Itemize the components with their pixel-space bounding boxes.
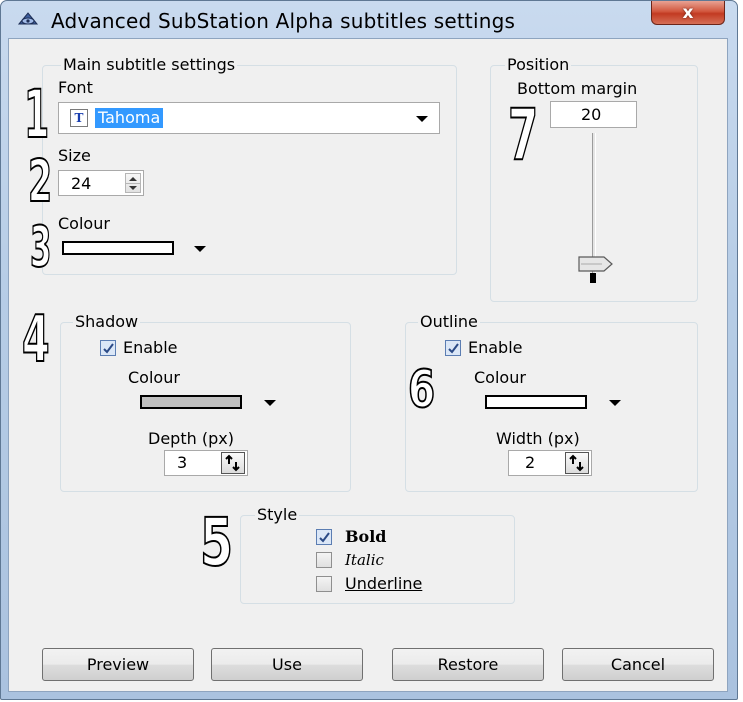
annotation-6: 6 bbox=[407, 360, 436, 420]
annotation-1: 1 bbox=[23, 76, 50, 153]
bottom-margin-value: 20 bbox=[581, 105, 602, 124]
main-settings-legend: Main subtitle settings bbox=[61, 55, 238, 74]
outline-width-spinbox[interactable]: 2 bbox=[508, 450, 592, 476]
close-icon: x bbox=[682, 2, 694, 23]
font-selected-value: Tahoma bbox=[95, 108, 164, 128]
restore-button[interactable]: Restore bbox=[392, 648, 544, 681]
main-colour-swatch bbox=[62, 241, 174, 255]
outline-colour-swatch bbox=[485, 395, 587, 409]
truetype-font-icon: T bbox=[70, 109, 88, 127]
chevron-down-icon bbox=[609, 400, 621, 406]
shadow-depth-spinbox[interactable]: 3 bbox=[164, 450, 248, 476]
spin-arrows-icon[interactable] bbox=[565, 452, 589, 474]
position-legend: Position bbox=[505, 55, 572, 74]
italic-checkbox[interactable] bbox=[316, 552, 332, 568]
font-select[interactable]: T Tahoma bbox=[58, 102, 440, 134]
bottom-margin-input[interactable]: 20 bbox=[550, 101, 637, 128]
checkmark-icon bbox=[319, 532, 330, 543]
annotation-2: 2 bbox=[27, 147, 53, 215]
shadow-colour-picker[interactable] bbox=[132, 388, 284, 418]
size-spinbox[interactable]: 24 bbox=[58, 170, 144, 196]
underline-label: Underline bbox=[345, 574, 423, 593]
chevron-down-icon bbox=[416, 116, 428, 122]
shadow-colour-swatch bbox=[140, 395, 242, 409]
arrow-down-icon bbox=[129, 186, 137, 190]
size-down-button[interactable] bbox=[126, 183, 140, 192]
annotation-4: 4 bbox=[21, 303, 50, 377]
shadow-legend: Shadow bbox=[73, 312, 141, 331]
chevron-down-icon bbox=[194, 246, 206, 252]
shadow-enable-checkbox[interactable] bbox=[100, 340, 116, 356]
outline-enable-label: Enable bbox=[468, 338, 523, 357]
underline-checkbox[interactable] bbox=[316, 576, 332, 592]
arrow-up-icon bbox=[129, 177, 137, 181]
size-up-button[interactable] bbox=[126, 174, 140, 183]
bold-label: Bold bbox=[345, 527, 387, 546]
outline-colour-picker[interactable] bbox=[477, 388, 629, 418]
bottom-margin-slider-thumb[interactable] bbox=[578, 256, 614, 276]
colour-label: Colour bbox=[58, 214, 110, 233]
checkmark-icon bbox=[448, 343, 459, 354]
preview-button[interactable]: Preview bbox=[42, 648, 194, 681]
size-label: Size bbox=[58, 146, 91, 165]
outline-legend: Outline bbox=[418, 312, 480, 331]
style-legend: Style bbox=[255, 505, 300, 524]
size-value: 24 bbox=[71, 174, 92, 193]
window-title: Advanced SubStation Alpha subtitles sett… bbox=[51, 9, 516, 33]
spin-arrows-icon[interactable] bbox=[221, 452, 245, 474]
main-colour-picker[interactable] bbox=[58, 234, 216, 264]
title-bar[interactable]: Advanced SubStation Alpha subtitles sett… bbox=[1, 1, 737, 39]
annotation-5: 5 bbox=[199, 504, 234, 581]
shadow-enable-label: Enable bbox=[123, 338, 178, 357]
italic-label: Italic bbox=[345, 551, 384, 569]
cancel-button[interactable]: Cancel bbox=[562, 648, 714, 681]
bold-checkbox[interactable] bbox=[316, 529, 332, 545]
slider-tick bbox=[590, 273, 596, 283]
annotation-3: 3 bbox=[29, 215, 52, 280]
use-button[interactable]: Use bbox=[211, 648, 363, 681]
shadow-colour-label: Colour bbox=[128, 368, 180, 387]
outline-colour-label: Colour bbox=[474, 368, 526, 387]
checkmark-icon bbox=[103, 343, 114, 354]
shadow-depth-label: Depth (px) bbox=[148, 429, 234, 448]
outline-width-label: Width (px) bbox=[496, 429, 580, 448]
size-spin-buttons[interactable] bbox=[125, 173, 141, 193]
outline-width-value: 2 bbox=[525, 453, 536, 472]
shadow-depth-value: 3 bbox=[177, 453, 188, 472]
close-button[interactable]: x bbox=[651, 1, 725, 25]
outline-enable-checkbox[interactable] bbox=[445, 340, 461, 356]
app-icon bbox=[17, 12, 39, 25]
chevron-down-icon bbox=[264, 400, 276, 406]
annotation-7: 7 bbox=[507, 94, 539, 176]
font-label: Font bbox=[58, 78, 93, 97]
